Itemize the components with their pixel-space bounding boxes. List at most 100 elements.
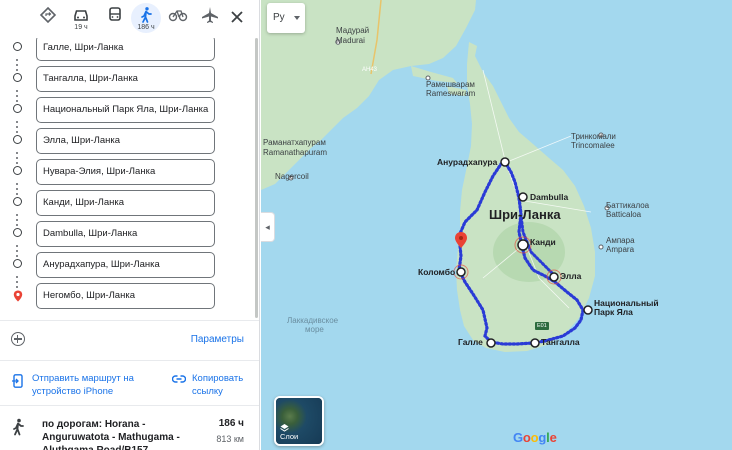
stop-input[interactable]: Канди, Шри-Ланка xyxy=(36,190,215,216)
add-destination-icon[interactable] xyxy=(11,332,25,346)
send-line-2: устройство iPhone xyxy=(32,386,114,397)
caret-down-icon xyxy=(294,16,300,20)
label-kandy: Канди xyxy=(530,237,556,247)
stop-row: Нувара-Элия, Шри-Ланка xyxy=(0,156,259,187)
send-line-1: Отправить маршрут на xyxy=(32,373,134,384)
waypoint-anuradhapura xyxy=(500,157,510,167)
waypoint-dot-icon xyxy=(13,228,22,237)
waypoint-yala xyxy=(583,305,593,315)
label-ampara-en: Ampara xyxy=(606,245,635,254)
add-destination-row: Параметры xyxy=(0,320,259,358)
send-to-phone-link[interactable]: Отправить маршрут на устройство iPhone xyxy=(12,372,134,398)
waypoint-dot-icon xyxy=(13,104,22,113)
label-trincomalee-ru: Тринкомали xyxy=(571,132,616,141)
stop-input[interactable]: Галле, Шри-Ланка xyxy=(36,35,215,61)
waypoint-kandy xyxy=(517,239,529,251)
label-madurai-en: Madurai xyxy=(336,36,365,45)
waypoint-colombo xyxy=(456,267,466,277)
stop-row: Негомбо, Шри-Ланка xyxy=(0,280,259,311)
label-galle: Галле xyxy=(458,337,483,347)
label-colombo: Коломбо xyxy=(418,267,456,277)
language-label: Ру xyxy=(273,12,285,23)
mode-best-button[interactable] xyxy=(33,4,63,36)
route-distance: 813 км xyxy=(216,434,244,444)
copy-link-button[interactable]: Копировать ссылку xyxy=(172,372,244,398)
label-batticaloa-ru: Баттикалоа xyxy=(606,201,650,210)
chevron-left-icon: ◂ xyxy=(265,222,270,232)
copy-line-2: ссылку xyxy=(192,386,223,397)
label-trincomalee-en: Trincomalee xyxy=(571,141,615,150)
map-base xyxy=(261,0,610,352)
waypoint-dot-icon xyxy=(13,259,22,268)
phone-send-icon xyxy=(12,374,23,388)
mode-car-button[interactable]: 19 ч xyxy=(66,4,96,36)
route-description: по дорогам: Horana - Anguruwatota - Math… xyxy=(42,419,180,450)
waypoint-tangalle xyxy=(530,338,540,348)
label-ella: Элла xyxy=(560,271,582,281)
language-button[interactable]: Ру xyxy=(267,3,305,33)
walk-time-label: 186 ч xyxy=(137,24,155,31)
label-batticaloa-en: Batticaloa xyxy=(606,210,642,219)
airplane-icon xyxy=(202,7,218,23)
link-icon xyxy=(172,375,186,383)
stop-row: Канди, Шри-Ланка xyxy=(0,187,259,218)
waypoint-dot-icon xyxy=(13,166,22,175)
google-logo: Google xyxy=(513,430,557,445)
destination-pin-icon xyxy=(13,290,23,302)
copy-line-1: Копировать xyxy=(192,373,244,384)
stop-row: Анурадхапура, Шри-Ланка xyxy=(0,249,259,280)
bus-icon xyxy=(109,7,121,21)
layers-button[interactable]: Слои xyxy=(274,396,324,446)
car-time-label: 19 ч xyxy=(74,24,88,31)
panel-scrollbar[interactable] xyxy=(255,38,258,318)
label-yala-2: Парк Яла xyxy=(594,307,633,317)
stop-input[interactable]: Национальный Парк Яла, Шри-Ланка xyxy=(36,97,215,123)
stop-input[interactable]: Тангалла, Шри-Ланка xyxy=(36,66,215,92)
share-row: Отправить маршрут на устройство iPhone К… xyxy=(0,360,259,406)
map-canvas[interactable]: Мадурай Madurai AH43 Рамешварам Rameswar… xyxy=(261,0,732,450)
destination-input[interactable]: Негомбо, Шри-Ланка xyxy=(36,283,215,309)
route-duration: 186 ч xyxy=(218,418,244,429)
label-ah43: AH43 xyxy=(362,67,378,73)
collapse-panel-button[interactable]: ◂ xyxy=(261,212,275,242)
label-laccadive-sea-2: море xyxy=(305,325,324,334)
mode-transit-button[interactable] xyxy=(100,4,130,36)
stop-input[interactable]: Нувара-Элия, Шри-Ланка xyxy=(36,159,215,185)
directions-diamond-icon xyxy=(39,6,57,24)
stop-row: Тангалла, Шри-Ланка xyxy=(0,63,259,94)
stop-input[interactable]: Элла, Шри-Ланка xyxy=(36,128,215,154)
stop-input[interactable]: Dambulla, Шри-Ланка xyxy=(36,221,215,247)
waypoint-dambulla xyxy=(518,192,528,202)
mode-flight-button[interactable] xyxy=(195,4,225,36)
waypoint-galle xyxy=(486,338,496,348)
mode-walk-button[interactable]: 186 ч xyxy=(131,3,161,36)
label-e01: E01 xyxy=(537,323,547,329)
label-nagercoil: Nagercoil xyxy=(275,172,309,181)
label-tangalle: Тангалла xyxy=(541,337,580,347)
waypoint-dot-icon xyxy=(13,135,22,144)
walk-icon xyxy=(13,418,24,436)
waypoint-dot-icon xyxy=(13,197,22,206)
label-rameswaram-ru: Рамешварам xyxy=(426,80,475,89)
label-ampara-ru: Ампара xyxy=(606,236,635,245)
label-ramanathapuram-en: Ramanathapuram xyxy=(263,148,328,157)
label-country: Шри-Ланка xyxy=(489,207,561,222)
layers-label: Слои xyxy=(280,432,299,441)
label-dambulla: Dambulla xyxy=(530,192,569,202)
walk-icon xyxy=(141,7,152,23)
options-link[interactable]: Параметры xyxy=(191,334,244,345)
label-laccadive-sea-1: Лаккадивское xyxy=(287,316,339,325)
waypoint-dot-icon xyxy=(13,73,22,82)
label-rameswaram-en: Rameswaram xyxy=(426,89,476,98)
stop-input[interactable]: Анурадхапура, Шри-Ланка xyxy=(36,252,215,278)
stop-row: Элла, Шри-Ланка xyxy=(0,125,259,156)
waypoint-dot-icon xyxy=(13,42,22,51)
travel-mode-bar: 19 ч 186 ч xyxy=(0,0,259,38)
mode-bike-button[interactable] xyxy=(163,4,193,36)
close-icon[interactable] xyxy=(228,8,246,26)
route-option[interactable]: по дорогам: Horana - Anguruwatota - Math… xyxy=(0,410,259,450)
directions-panel: 19 ч 186 ч Галле, Шри-Ланка Тангалла, Шр… xyxy=(0,0,260,450)
bicycle-icon xyxy=(168,10,188,22)
stop-row: Национальный Парк Яла, Шри-Ланка xyxy=(0,94,259,125)
label-ramanathapuram-ru: Раманатхапурам xyxy=(263,138,326,147)
